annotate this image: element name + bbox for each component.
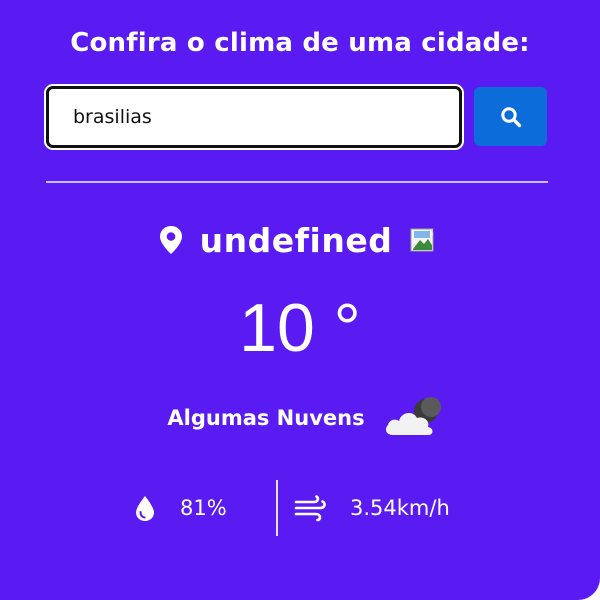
city-row: undefined [0, 216, 600, 264]
search-icon [500, 106, 521, 127]
cloud-moon-icon [385, 397, 441, 435]
search-button[interactable] [474, 87, 547, 146]
humidity-detail: 81% [132, 492, 227, 524]
details-divider [276, 480, 278, 536]
broken-flag-image [410, 228, 442, 252]
wind-speed-value: 3.54km/h [350, 496, 450, 520]
temperature-value: 10 ° [239, 290, 361, 366]
page-title: Confira o clima de uma cidade: [70, 28, 530, 58]
weather-details: 81% 3.54km/h [0, 480, 600, 536]
search-bar [46, 86, 548, 148]
city-search-input[interactable] [46, 86, 462, 148]
water-drop-icon [136, 496, 154, 521]
city-name: undefined [199, 220, 393, 260]
weather-description-row: Algumas Nuvens [0, 394, 600, 442]
section-divider [46, 181, 548, 183]
wind-detail: 3.54km/h [294, 492, 450, 524]
location-pin-icon [159, 226, 182, 254]
weather-card: Confira o clima de uma cidade: undefined… [0, 0, 600, 600]
weather-description: Algumas Nuvens [167, 406, 365, 430]
humidity-value: 81% [180, 496, 227, 520]
wind-icon [294, 495, 326, 522]
